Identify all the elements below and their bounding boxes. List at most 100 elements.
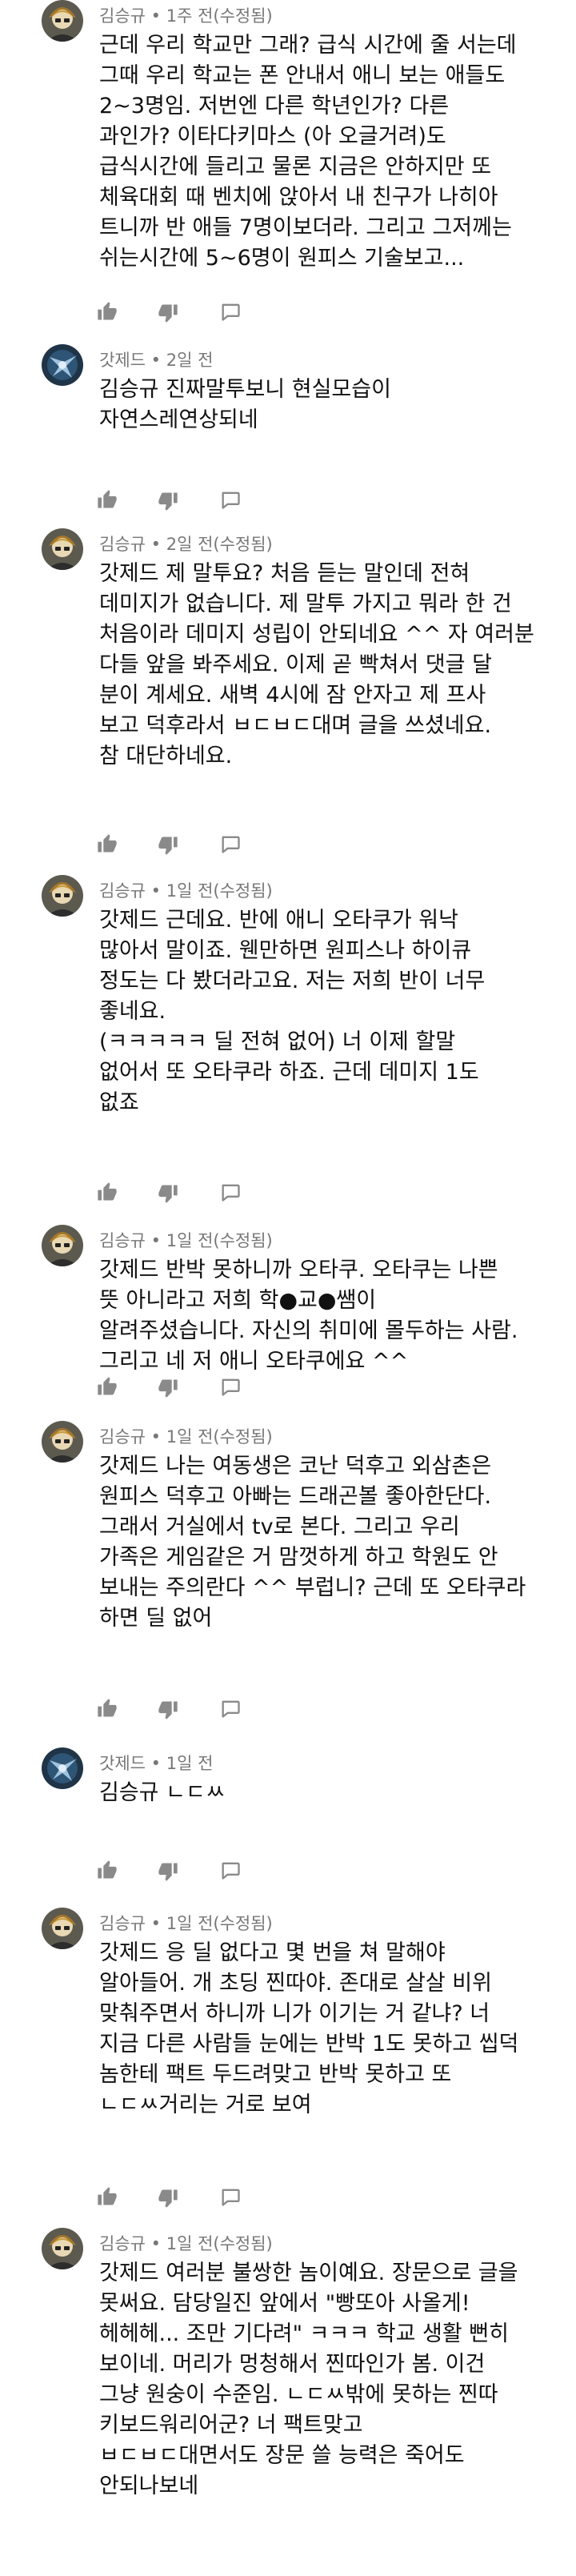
dislike-button[interactable] [157,1699,182,1724]
reply-button[interactable] [219,1697,245,1723]
like-button[interactable] [96,833,122,858]
comment-time[interactable]: 1일 전(수정됨) [166,1427,273,1446]
comment-text-line: 그래서 거실에서 tv로 본다. 그리고 우리 [99,1515,460,1539]
dislike-button[interactable] [157,2187,182,2213]
comment-text-line: 갓제드 나는 여동생은 코난 덕후고 외삼촌은 [99,1454,492,1479]
comment-text: 갓제드 응 딜 없다고 몇 번을 쳐 말해야알아들어. 개 초딩 찐따야. 존대… [99,1938,555,2121]
reply-button[interactable] [219,1181,245,1206]
avatar[interactable] [42,0,83,42]
avatar[interactable] [42,1421,83,1463]
like-button[interactable] [96,1181,122,1206]
reply-icon [219,2185,242,2208]
dislike-button[interactable] [157,1860,182,1886]
comment-text-line: 체육대회 때 벤치에 앉아서 내 친구가 나히아 [99,185,498,210]
comment-text-line: 처음이라 데미지 성립이 안되네요 ^^ 자 여러분 [99,622,534,647]
comment-text-line: 하면 딜 없어 [99,1606,213,1631]
avatar[interactable] [42,1225,83,1266]
reply-button[interactable] [219,1375,245,1401]
comment-meta: 김승규 • 1일 전(수정됨) [99,878,273,902]
thumb-down-icon [157,834,179,857]
meta-separator: • [145,351,166,370]
comment-meta: 김승규 • 1주 전(수정됨) [99,3,273,27]
comment-author[interactable]: 김승규 [99,6,146,26]
reply-icon [219,833,242,855]
thumb-up-icon [96,1859,118,1881]
comment-text: 갓제드 반박 못하니까 오타쿠. 오타쿠는 나쁜뜻 아니라고 저희 학●교●쌤이… [99,1255,555,1377]
comment-text-line: 갓제드 여러분 불쌍한 놈이예요. 장문으로 글을 [99,2261,518,2285]
comment-author[interactable]: 김승규 [99,1231,146,1250]
like-button[interactable] [96,1375,122,1401]
comment-text: 근데 우리 학교만 그래? 급식 시간에 줄 서는데그때 우리 학교는 폰 안내… [99,30,555,274]
comment-text-line: 뜻 아니라고 저희 학●교●쌤이 [99,1288,377,1313]
reply-button[interactable] [219,488,245,514]
comment-text-line: 김승규 진짜말투보니 현실모습이 [99,377,391,402]
comment-text-line: 급식시간에 들리고 물론 지금은 안하지만 또 [99,154,492,179]
comment-text-line: 가족은 게임같은 거 맘껏하게 하고 학원도 안 [99,1545,498,1570]
comment-text-line: 헤헤헤... 조만 기다려" ㅋㅋㅋ 학교 생활 뻔히 [99,2321,509,2346]
avatar[interactable] [42,1747,83,1789]
like-button[interactable] [96,2185,122,2211]
reply-button[interactable] [219,2185,245,2211]
comment-text-line: ㅂㄷㅂㄷ대면서도 장문 쓸 능력은 죽어도 [99,2443,465,2468]
comment-author[interactable]: 김승규 [99,1914,146,1933]
avatar[interactable] [42,875,83,917]
comment-time[interactable]: 2일 전(수정됨) [166,535,273,554]
dislike-button[interactable] [157,490,182,516]
like-button[interactable] [96,488,122,514]
comment-text-line: 갓제드 응 딜 없다고 몇 번을 쳐 말해야 [99,1940,446,1965]
reply-button[interactable] [219,833,245,858]
like-button[interactable] [96,1859,122,1884]
comment-text-line: 김승규 ㄴㄷㅆ [99,1780,226,1805]
dislike-button[interactable] [157,834,182,860]
comment-text-line: 그냥 원숭이 수준임. ㄴㄷㅆ밖에 못하는 찐따 [99,2382,498,2407]
comment-author[interactable]: 갓제드 [99,351,146,370]
reply-button[interactable] [219,1859,245,1884]
comment-text-line: 좋네요. [99,999,166,1024]
reply-icon [219,1375,242,1398]
thumb-up-icon [96,1181,118,1203]
reply-icon [219,1181,242,1203]
comment-time[interactable]: 1일 전(수정됨) [166,881,273,901]
comment-author[interactable]: 김승규 [99,535,146,554]
comment-text: 김승규 진짜말투보니 현실모습이 자연스레연상되네 [99,375,555,435]
dislike-button[interactable] [157,1182,182,1208]
comment-meta: 김승규 • 2일 전(수정됨) [99,532,273,556]
avatar[interactable] [42,528,83,570]
comment-meta: 갓제드 • 2일 전 [99,347,213,371]
comment-text-line: 분이 계세요. 새벽 4시에 잠 안자고 제 프사 [99,683,486,708]
comment-meta: 김승규 • 1일 전(수정됨) [99,1228,273,1252]
comment-text-line: 그때 우리 학교는 폰 안내서 애니 보는 애들도 [99,63,506,88]
comment-text-line: 보내는 주의란다 ^^ 부럽니? 근데 또 오타쿠라 [99,1575,526,1600]
comment-meta: 갓제드 • 1일 전 [99,1751,213,1775]
comment-text-line: 보이네. 머리가 멍청해서 찐따인가 봄. 이건 [99,2352,486,2377]
comment-time[interactable]: 1일 전(수정됨) [166,2234,273,2253]
comment-text-line: 알아들어. 개 초딩 찐따야. 존대로 살살 비위 [99,1971,492,1996]
like-button[interactable] [96,300,122,326]
comment-time[interactable]: 1일 전(수정됨) [166,1231,273,1250]
thumb-down-icon [157,302,179,324]
comment-text-line: 다들 앞을 봐주세요. 이제 곧 빡쳐서 댓글 달 [99,652,492,677]
comment-text-line: ㄴㄷㅆ거리는 거로 보여 [99,2092,312,2117]
comment-time[interactable]: 1일 전 [166,1754,214,1773]
reply-button[interactable] [219,300,245,326]
meta-separator: • [145,2234,166,2253]
comment-time[interactable]: 2일 전 [166,351,214,370]
comment-author[interactable]: 갓제드 [99,1754,146,1773]
comment-text-line: 근데 우리 학교만 그래? 급식 시간에 줄 서는데 [99,33,517,58]
dislike-button[interactable] [157,1377,182,1402]
comment-time[interactable]: 1주 전(수정됨) [166,6,273,26]
dislike-button[interactable] [157,302,182,327]
avatar[interactable] [42,2228,83,2269]
comment-time[interactable]: 1일 전(수정됨) [166,1914,273,1933]
avatar[interactable] [42,344,83,386]
like-button[interactable] [96,1697,122,1723]
avatar[interactable] [42,1908,83,1949]
comment-author[interactable]: 김승규 [99,2234,146,2253]
reply-icon [219,1697,242,1719]
comment-meta: 김승규 • 1일 전(수정됨) [99,2231,273,2255]
comment-text-line: 갓제드 반박 못하니까 오타쿠. 오타쿠는 나쁜 [99,1258,498,1282]
comment-text-line: 정도는 다 봤더라고요. 저는 저희 반이 너무 [99,969,486,993]
comment-author[interactable]: 김승규 [99,881,146,901]
thumb-down-icon [157,2187,179,2209]
comment-author[interactable]: 김승규 [99,1427,146,1446]
